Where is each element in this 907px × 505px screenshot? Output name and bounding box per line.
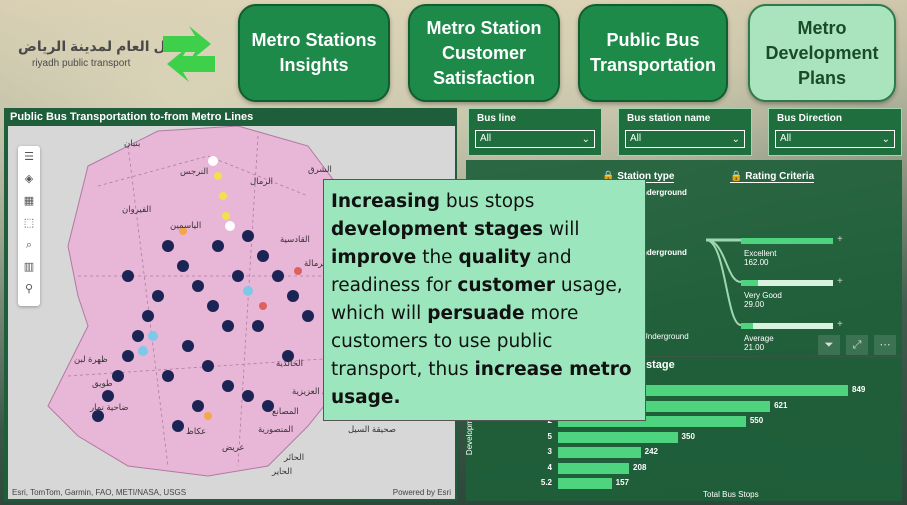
nav-metro-development-plans[interactable]: Metro Development Plans (748, 4, 896, 102)
slicer-value: All (480, 133, 492, 144)
chart-title: stage (646, 359, 675, 371)
bar-value-label: 242 (644, 447, 659, 456)
place-label: ضاحية نمار (90, 402, 129, 412)
callout-text: improve (331, 247, 417, 268)
bar[interactable] (558, 431, 678, 443)
bus-station-dropdown[interactable]: All ⌄ (625, 130, 745, 148)
place-label: الرمال (250, 176, 273, 186)
place-label: عريض (222, 442, 245, 452)
expand-icon[interactable]: + (837, 234, 843, 245)
nav-public-bus-transportation[interactable]: Public Bus Transportation (578, 4, 728, 102)
rating-value: 162.00 (744, 258, 769, 267)
bar-value-label: 849 (852, 385, 866, 394)
slicer-value: All (630, 133, 642, 144)
rating-bar-track (741, 323, 833, 329)
place-label: الشرق (308, 164, 332, 174)
place-label: ظهرة لبن (74, 354, 108, 364)
place-label: الحاير (272, 466, 293, 476)
callout-text: bus stops (439, 191, 535, 212)
slicer-label: Bus Direction (777, 113, 843, 124)
bar-value-label: 208 (633, 462, 647, 472)
place-label: النرجس (180, 166, 209, 176)
rating-bar-average[interactable] (741, 323, 753, 329)
bar-value-label: 621 (774, 400, 788, 410)
map-powered-by[interactable]: Powered by Esri (393, 488, 451, 497)
rpt-logo: النقل العام لمدينة الرياض riyadh public … (14, 22, 219, 86)
place-label: الفيروان (122, 204, 152, 214)
slicer-bus-line: Bus line All ⌄ (468, 108, 602, 156)
place-label: المصانع (272, 406, 299, 416)
chevron-down-icon: ⌄ (881, 134, 890, 145)
analytics-icon[interactable]: ▥ (18, 256, 40, 278)
slicer-bus-station-name: Bus station name All ⌄ (618, 108, 752, 156)
bar-value-label: 157 (615, 478, 629, 487)
bar-category-label: 4 (547, 462, 552, 472)
bar[interactable] (558, 462, 630, 474)
callout-text: Increasing (331, 191, 440, 212)
nav-metro-stations-insights[interactable]: Metro Stations Insights (238, 4, 390, 102)
map-toolbar: ☰ ◈ ▦ ⬚ ⌕ ▥ ⚲ (18, 146, 40, 306)
layers-icon[interactable]: ◈ (18, 168, 40, 190)
bar-value-label: 550 (749, 416, 764, 425)
bar-value-label: 350 (681, 431, 695, 441)
callout-text: will (543, 219, 580, 240)
nav-label: Public Bus Transportation (589, 30, 716, 75)
rating-value: 21.00 (744, 343, 765, 352)
rating-label: Very Good (744, 291, 782, 300)
bar[interactable] (558, 447, 641, 458)
logo-english: riyadh public transport (32, 58, 131, 69)
map-attribution: Esri, TomTom, Garmin, FAO, METI/NASA, US… (12, 488, 187, 497)
callout-text: quality (458, 247, 531, 268)
slicer-label: Bus station name (627, 113, 711, 124)
callout-text: development stages (331, 219, 544, 240)
chevron-down-icon: ⌄ (581, 134, 590, 145)
filter-icon[interactable]: ⏷ (818, 335, 840, 355)
bar-category-label: 5 (547, 431, 552, 441)
chevron-down-icon: ⌄ (731, 134, 740, 145)
bar[interactable] (558, 478, 612, 489)
nav-label: Metro Station Customer Satisfaction (426, 17, 542, 88)
place-label: عكاظ (186, 426, 207, 436)
nav-label: Metro Stations Insights (251, 30, 377, 75)
rating-bar-excellent[interactable] (741, 238, 833, 244)
callout-text: persuade (427, 303, 525, 324)
legend-icon[interactable]: ▦ (18, 190, 40, 212)
slicer-bus-direction: Bus Direction All ⌄ (768, 108, 902, 156)
rating-label: Excellent (744, 249, 777, 258)
logo-arrows-icon (163, 26, 215, 82)
select-icon[interactable]: ⬚ (18, 212, 40, 234)
more-options-icon[interactable]: ⋯ (874, 335, 896, 355)
callout-text: customer (457, 275, 556, 296)
bar-category-label: 5.2 (540, 478, 552, 487)
rating-value: 29.00 (744, 300, 765, 309)
slicer-label: Bus line (477, 113, 516, 124)
map-title: Public Bus Transportation to-from Metro … (10, 111, 254, 123)
bus-line-dropdown[interactable]: All ⌄ (475, 130, 595, 148)
chart-x-label: Total Bus Stops (703, 490, 759, 499)
rating-label: Average (744, 334, 774, 343)
place-label: المنصورية (258, 424, 294, 434)
nav-label: Metro Development Plans (765, 17, 879, 88)
bar-category-label: 3 (547, 447, 552, 456)
place-label: الياسمين (170, 220, 202, 230)
focus-mode-icon[interactable]: ⤢ (846, 335, 868, 355)
expand-icon[interactable]: + (837, 319, 843, 330)
place-label: القادسية (280, 234, 310, 244)
nav-metro-station-customer-satisfaction[interactable]: Metro Station Customer Satisfaction (408, 4, 560, 102)
location-icon[interactable]: ⚲ (18, 278, 40, 300)
menu-icon[interactable]: ☰ (18, 146, 40, 168)
place-label: صحيقة السيل (348, 424, 397, 434)
callout-text: the (416, 247, 459, 268)
slicer-value: All (780, 133, 792, 144)
place-label: الحائر (284, 452, 305, 462)
place-label: طويق (92, 378, 113, 388)
bus-direction-dropdown[interactable]: All ⌄ (775, 130, 895, 148)
search-icon[interactable]: ⌕ (18, 234, 40, 256)
expand-icon[interactable]: + (837, 276, 843, 287)
place-label: الخالدية (276, 358, 304, 368)
insight-callout: Increasing bus stops development stages … (323, 179, 646, 421)
place-label: بنبان (124, 138, 141, 148)
rating-bar-very-good[interactable] (741, 280, 758, 286)
